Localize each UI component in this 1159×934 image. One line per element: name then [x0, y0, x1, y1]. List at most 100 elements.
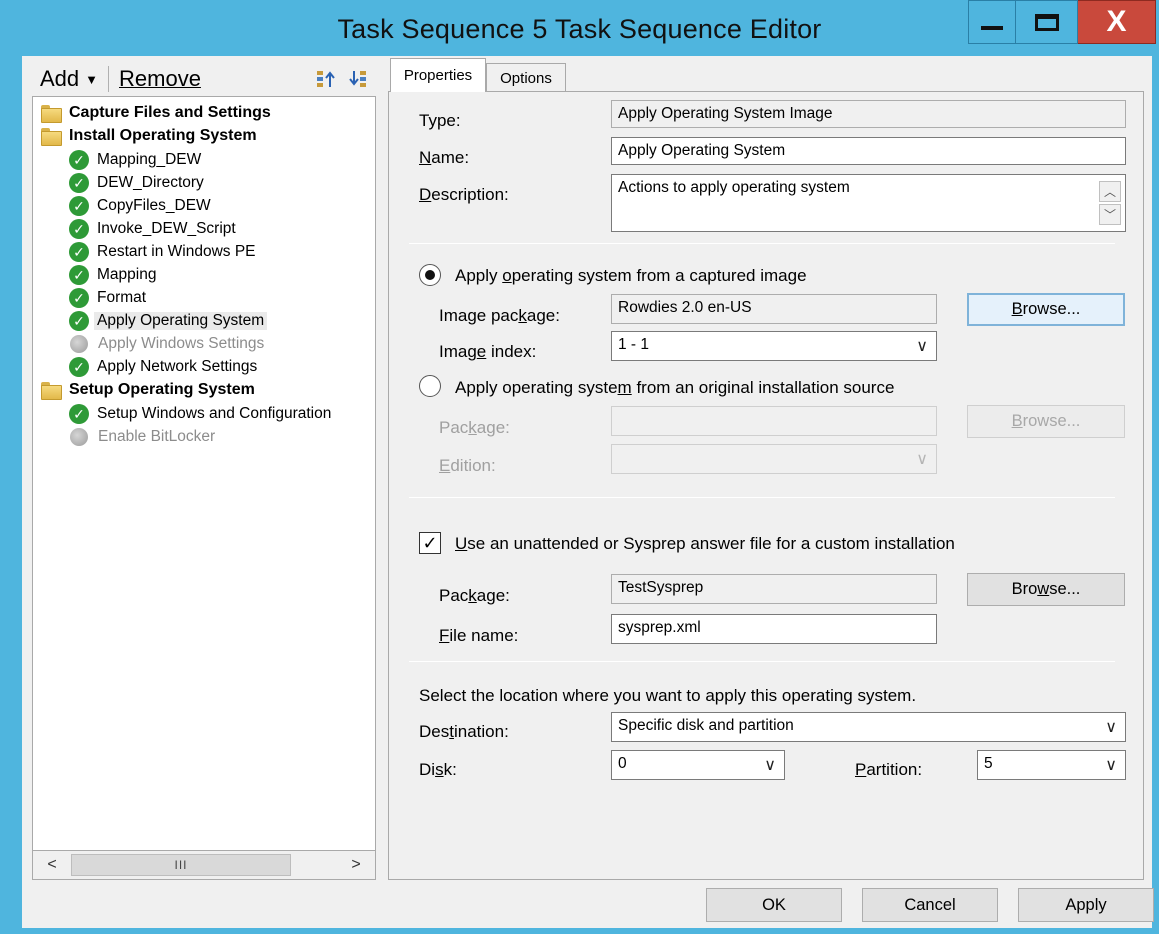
chevron-down-icon: ∨ [916, 451, 928, 468]
add-menu-button[interactable]: Add [40, 66, 79, 92]
tree-item-label: Enable BitLocker [98, 427, 216, 445]
tree-toolbar: Add ▼ Remove [34, 62, 380, 96]
tree-item-enable-bitlocker[interactable]: Enable BitLocker [69, 425, 215, 448]
tree-item-label: DEW_Directory [97, 173, 204, 191]
tree-item-label: Invoke_DEW_Script [97, 219, 236, 237]
tab-properties[interactable]: Properties [390, 58, 486, 92]
tree-item-label: Apply Operating System [94, 311, 268, 330]
tree-group-setup-os[interactable]: Setup Operating System [41, 378, 255, 401]
destination-value: Specific disk and partition [618, 717, 794, 734]
unattend-checkbox[interactable]: ✓ [419, 532, 441, 554]
title-bar[interactable]: Task Sequence 5 Task Sequence Editor X [0, 0, 1159, 60]
folder-icon [41, 127, 62, 146]
apply-label: Apply [1065, 895, 1107, 914]
tree-group-capture-files[interactable]: Capture Files and Settings [41, 101, 271, 124]
maximize-button[interactable] [1016, 0, 1078, 44]
chevron-down-icon: ∨ [1105, 757, 1117, 774]
tree-item-restart-winpe[interactable]: ✓ Restart in Windows PE [69, 240, 256, 263]
close-button[interactable]: X [1078, 0, 1156, 44]
success-check-icon: ✓ [69, 356, 89, 377]
folder-icon [41, 104, 62, 123]
tree-item-setup-windows[interactable]: ✓ Setup Windows and Configuration [69, 402, 331, 425]
tree-item-format[interactable]: ✓ Format [69, 286, 146, 309]
tree-item-mapping-dew[interactable]: ✓ Mapping_DEW [69, 148, 201, 171]
sysprep-package-browse-button[interactable]: Browse... [967, 573, 1125, 606]
orig-package-browse-button[interactable]: Browse... [967, 405, 1125, 438]
tree-group-label: Capture Files and Settings [69, 103, 271, 121]
disk-label: Disk: [419, 760, 457, 779]
success-check-icon: ✓ [69, 172, 89, 193]
tree-item-mapping[interactable]: ✓ Mapping [69, 263, 156, 286]
section-divider [409, 497, 1115, 498]
cancel-button[interactable]: Cancel [862, 888, 998, 922]
remove-button[interactable]: Remove [119, 66, 201, 92]
scroll-left-arrow-icon[interactable]: < [35, 852, 69, 878]
section-divider [409, 243, 1115, 244]
tree-item-label: CopyFiles_DEW [97, 196, 211, 214]
ok-label: OK [762, 895, 786, 914]
tab-options[interactable]: Options [486, 63, 566, 92]
move-down-icon[interactable] [348, 68, 368, 90]
close-icon: X [1106, 5, 1127, 38]
tree-item-apply-network-settings[interactable]: ✓ Apply Network Settings [69, 355, 257, 378]
disk-select[interactable]: 0 ∨ [611, 750, 785, 780]
scroll-down-icon[interactable]: ﹀ [1099, 204, 1121, 225]
add-dropdown-icon[interactable]: ▼ [85, 72, 98, 87]
chevron-down-icon: ∨ [916, 338, 928, 355]
tree-item-copyfiles-dew[interactable]: ✓ CopyFiles_DEW [69, 194, 211, 217]
apply-button[interactable]: Apply [1018, 888, 1154, 922]
properties-panel: Type: Apply Operating System Image Name:… [388, 91, 1144, 880]
radio-captured-image-label[interactable]: Apply operating system from a captured i… [455, 266, 807, 286]
radio-original-source[interactable] [419, 375, 441, 397]
cancel-label: Cancel [904, 895, 956, 914]
success-check-icon: ✓ [69, 403, 89, 424]
success-check-icon: ✓ [69, 264, 89, 285]
file-name-input[interactable]: sysprep.xml [611, 614, 937, 644]
destination-select[interactable]: Specific disk and partition ∨ [611, 712, 1126, 742]
move-up-icon[interactable] [316, 68, 336, 90]
scroll-right-arrow-icon[interactable]: > [339, 852, 373, 878]
tree-item-label: Mapping [97, 265, 157, 283]
tab-label: Properties [403, 67, 473, 84]
tree-item-label: Format [97, 288, 147, 306]
editor-window: Task Sequence 5 Task Sequence Editor X A… [0, 0, 1159, 934]
tree-item-dew-directory[interactable]: ✓ DEW_Directory [69, 171, 204, 194]
scroll-up-icon[interactable]: ︿ [1099, 181, 1121, 202]
partition-select[interactable]: 5 ∨ [977, 750, 1126, 780]
add-label: Add [40, 66, 80, 91]
image-package-label: Image package: [439, 306, 560, 325]
success-check-icon: ✓ [69, 310, 89, 331]
tree-item-invoke-dew-script[interactable]: ✓ Invoke_DEW_Script [69, 217, 236, 240]
unattend-checkbox-label[interactable]: Use an unattended or Sysprep answer file… [455, 534, 955, 554]
radio-captured-image[interactable] [419, 264, 441, 286]
tree-item-apply-os[interactable]: ✓ Apply Operating System [69, 309, 268, 332]
task-sequence-tree[interactable]: Capture Files and Settings Install Opera… [32, 96, 376, 880]
description-textarea[interactable]: Actions to apply operating system ︿ ﹀ [611, 174, 1126, 232]
ok-button[interactable]: OK [706, 888, 842, 922]
tree-item-label: Setup Windows and Configuration [97, 404, 332, 422]
name-label: Name: [419, 148, 470, 167]
tree-item-label: Apply Windows Settings [98, 334, 265, 352]
orig-package-field [611, 406, 937, 436]
tree-item-apply-windows-settings[interactable]: Apply Windows Settings [69, 332, 264, 355]
image-package-browse-button[interactable]: Browse... [967, 293, 1125, 326]
tree-item-label: Restart in Windows PE [97, 242, 256, 260]
minimize-button[interactable] [968, 0, 1016, 44]
name-input[interactable]: Apply Operating System [611, 137, 1126, 165]
tree-horizontal-scrollbar[interactable]: < III > [32, 850, 376, 880]
image-index-select[interactable]: 1 - 1 ∨ [611, 331, 937, 361]
tree-item-label: Apply Network Settings [97, 357, 258, 375]
success-check-icon: ✓ [69, 149, 89, 170]
edition-select[interactable]: ∨ [611, 444, 937, 474]
section-divider [409, 661, 1115, 662]
tree-group-label: Setup Operating System [69, 380, 255, 398]
tab-label: Options [500, 69, 552, 87]
tree-group-label: Install Operating System [69, 126, 257, 144]
tree-group-install-os[interactable]: Install Operating System [41, 124, 257, 147]
scroll-thumb[interactable]: III [71, 854, 291, 876]
radio-original-source-label[interactable]: Apply operating system from an original … [455, 378, 894, 398]
sysprep-package-field: TestSysprep [611, 574, 937, 604]
chevron-down-icon: ∨ [1105, 719, 1117, 736]
maximize-icon [1034, 13, 1059, 31]
remove-label: Remove [119, 66, 201, 91]
